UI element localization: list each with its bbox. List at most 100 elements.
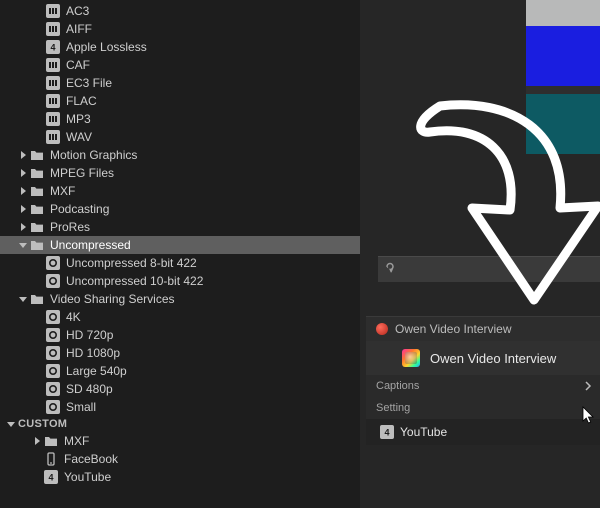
codec-icon [46,4,60,18]
preview-band-teal [526,94,600,154]
folder-mxf[interactable]: MXF [0,182,360,200]
row-label: AC3 [66,4,89,18]
custom-facebook[interactable]: FaceBook [0,450,360,468]
disclosure-spacer [34,24,44,34]
custom-youtube[interactable]: 4 YouTube [0,468,360,486]
disclosure-spacer [34,312,44,322]
row-label: Apple Lossless [66,40,147,54]
device-icon [44,452,58,466]
preset-flac[interactable]: FLAC [0,92,360,110]
row-label: ProRes [50,220,90,234]
row-label: Uncompressed 8-bit 422 [66,256,197,270]
folder-icon [30,184,44,198]
folder-icon [30,202,44,216]
chevron-right-icon [18,168,28,178]
custom-section-header[interactable]: CUSTOM [0,416,360,432]
preset-small[interactable]: Small [0,398,360,416]
settings-sidebar: AC3 AIFF 4 Apple Lossless CAF EC3 File FLAC MP3… [0,0,360,508]
preset-aiff[interactable]: AIFF [0,20,360,38]
preset-mp3[interactable]: MP3 [0,110,360,128]
folder-uncompressed[interactable]: Uncompressed [0,236,360,254]
disclosure-spacer [34,366,44,376]
codec-icon [46,58,60,72]
preset-sd-480p[interactable]: SD 480p [0,380,360,398]
preset-caf[interactable]: CAF [0,56,360,74]
folder-motion-graphics[interactable]: Motion Graphics [0,146,360,164]
preset-icon [46,256,60,270]
row-label: HD 1080p [66,346,120,360]
fcp-project-icon [402,349,420,367]
codec-icon [46,130,60,144]
preset-uncompressed-8-bit-422[interactable]: Uncompressed 8-bit 422 [0,254,360,272]
preset-hd-1080p[interactable]: HD 1080p [0,344,360,362]
project-row[interactable]: Owen Video Interview [366,341,600,375]
row-label: SD 480p [66,382,113,396]
row-label: Video Sharing Services [50,292,175,306]
row-label: EC3 File [66,76,112,90]
folder-icon [30,148,44,162]
preview-band-blue [526,26,600,86]
disclosure-spacer [34,60,44,70]
batch-panel: Owen Video Interview Owen Video Intervie… [366,316,600,445]
svg-text:4: 4 [384,428,389,438]
disclosure-spacer [34,132,44,142]
codec-icon [46,22,60,36]
preset-large-540p[interactable]: Large 540p [0,362,360,380]
row-label: Motion Graphics [50,148,137,162]
settings-tree: AC3 AIFF 4 Apple Lossless CAF EC3 File FLAC MP3… [0,0,360,486]
camera-icon [376,323,388,335]
preview-band-divider [526,86,600,94]
row-label: MXF [64,434,89,448]
batch-header[interactable]: Owen Video Interview [366,317,600,341]
folder-video-sharing-services[interactable]: Video Sharing Services [0,290,360,308]
preset-icon [46,310,60,324]
row-label: MXF [50,184,75,198]
disclosure-spacer [34,330,44,340]
search-field[interactable] [378,256,600,282]
preset-4k[interactable]: 4K [0,308,360,326]
captions-section[interactable]: Captions [366,375,600,397]
inspector-area: Owen Video Interview Owen Video Intervie… [360,0,600,508]
disclosure-spacer [32,454,42,464]
disclosure-spacer [34,348,44,358]
preset-icon [46,346,60,360]
setting-row[interactable]: 4 YouTube [366,419,600,445]
folder-podcasting[interactable]: Podcasting [0,200,360,218]
row-label: MP3 [66,112,91,126]
folder-icon [44,434,58,448]
section-label: CUSTOM [18,418,67,430]
preset-apple-lossless[interactable]: 4 Apple Lossless [0,38,360,56]
disclosure-spacer [34,6,44,16]
folder-mpeg-files[interactable]: MPEG Files [0,164,360,182]
folder-icon [30,220,44,234]
chevron-right-icon [584,381,592,391]
row-label: Uncompressed 10-bit 422 [66,274,203,288]
preset-uncompressed-10-bit-422[interactable]: Uncompressed 10-bit 422 [0,272,360,290]
folder-icon [30,166,44,180]
row-label: Large 540p [66,364,127,378]
preset-wav[interactable]: WAV [0,128,360,146]
chevron-down-icon [6,419,16,429]
preset-hd-720p[interactable]: HD 720p [0,326,360,344]
preset-icon [46,400,60,414]
app-root: AC3 AIFF 4 Apple Lossless CAF EC3 File FLAC MP3… [0,0,600,508]
chevron-right-icon [18,186,28,196]
four-icon: 4 [46,40,60,54]
svg-text:4: 4 [50,43,55,53]
codec-icon [46,76,60,90]
row-label: YouTube [64,470,111,484]
codec-icon [46,112,60,126]
row-label: Small [66,400,96,414]
folder-prores[interactable]: ProRes [0,218,360,236]
row-label: AIFF [66,22,92,36]
disclosure-spacer [34,114,44,124]
four-icon: 4 [380,425,394,439]
captions-label: Captions [376,380,419,392]
disclosure-spacer [32,472,42,482]
preset-ac3[interactable]: AC3 [0,2,360,20]
custom-mxf[interactable]: MXF [0,432,360,450]
svg-text:4: 4 [48,473,53,483]
preset-ec3-file[interactable]: EC3 File [0,74,360,92]
row-label: MPEG Files [50,166,114,180]
codec-icon [46,94,60,108]
